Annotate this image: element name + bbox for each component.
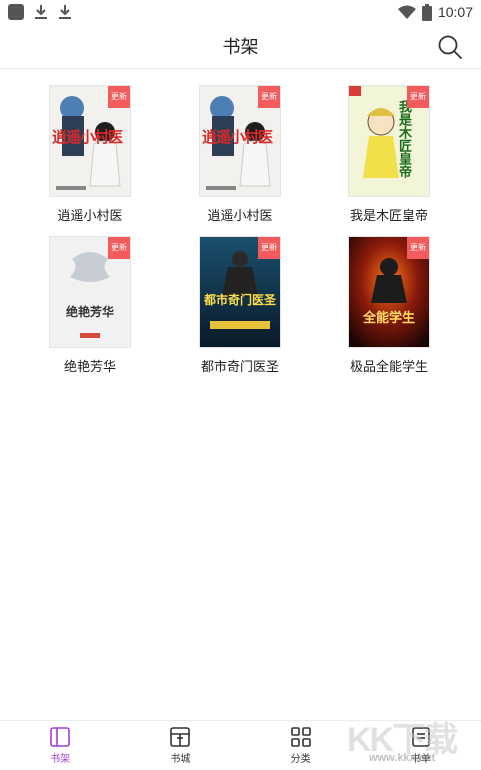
category-icon [290, 727, 311, 747]
book-title: 绝艳芳华 [63, 359, 116, 374]
cover-title-text: 我是木匠皇帝 [397, 100, 412, 178]
page-title: 书架 [222, 37, 259, 57]
book-item[interactable]: 全能学生 更新 极品全能学生 [334, 237, 444, 375]
tab-bookshelf[interactable]: 书架 [0, 721, 120, 770]
tab-label: 书架 [50, 754, 71, 765]
bottom-tab-bar: 书架 书城 分类 书单 [0, 720, 481, 770]
book-title: 都市奇门医圣 [200, 359, 279, 374]
book-cover[interactable]: 绝艳芳华 更新 [50, 237, 130, 347]
tab-label: 书单 [410, 754, 431, 765]
book-item[interactable]: 绝艳芳华 更新 绝艳芳华 [35, 237, 145, 375]
battery-icon [421, 3, 432, 21]
update-badge: 更新 [108, 86, 130, 108]
tab-category[interactable]: 分类 [241, 721, 361, 770]
book-cover[interactable]: 都市奇门医圣 更新 [200, 237, 280, 347]
book-cover[interactable]: 逍遥小村医 更新 [50, 86, 130, 196]
cover-title-text: 逍遥小村医 [202, 129, 273, 146]
book-cover[interactable]: 我是木匠皇帝 更新 [349, 86, 429, 196]
bookstore-icon [170, 727, 191, 747]
tab-label: 分类 [290, 754, 311, 765]
app-notification-icon [8, 4, 24, 20]
download-icon [59, 5, 71, 19]
cover-title-text: 绝艳芳华 [65, 305, 114, 319]
bookshelf-icon [50, 727, 70, 747]
tab-bookstore[interactable]: 书城 [120, 721, 240, 770]
update-badge: 更新 [258, 237, 280, 259]
tab-booklist[interactable]: 书单 [361, 721, 481, 770]
book-cover[interactable]: 全能学生 更新 [349, 237, 429, 347]
book-item[interactable]: 逍遥小村医 更新 逍遥小村医 [35, 86, 145, 224]
tab-label: 书城 [170, 754, 191, 765]
status-system: 10:07 [397, 3, 473, 21]
book-title: 极品全能学生 [349, 359, 428, 374]
update-badge: 更新 [108, 237, 130, 259]
search-icon[interactable] [437, 34, 463, 60]
update-badge: 更新 [258, 86, 280, 108]
cover-title-text: 都市奇门医圣 [203, 293, 276, 307]
book-title: 逍遥小村医 [207, 208, 273, 223]
cover-title-text: 全能学生 [362, 310, 415, 325]
top-app-bar: 书架 [0, 24, 481, 69]
book-cover[interactable]: 逍遥小村医 更新 [200, 86, 280, 196]
book-item[interactable]: 我是木匠皇帝 更新 我是木匠皇帝 [334, 86, 444, 224]
status-bar: 10:07 [0, 0, 481, 24]
status-time: 10:07 [437, 4, 473, 20]
book-title: 我是木匠皇帝 [349, 208, 428, 223]
book-title: 逍遥小村医 [57, 208, 123, 223]
wifi-icon [397, 5, 416, 19]
status-notifications [8, 4, 72, 20]
book-item[interactable]: 逍遥小村医 更新 逍遥小村医 [185, 86, 295, 224]
book-item[interactable]: 都市奇门医圣 更新 都市奇门医圣 [185, 237, 295, 375]
download-icon [35, 5, 47, 19]
cover-title-text: 逍遥小村医 [52, 129, 123, 146]
update-badge: 更新 [407, 86, 429, 108]
booklist-icon [412, 727, 430, 747]
update-badge: 更新 [407, 237, 429, 259]
